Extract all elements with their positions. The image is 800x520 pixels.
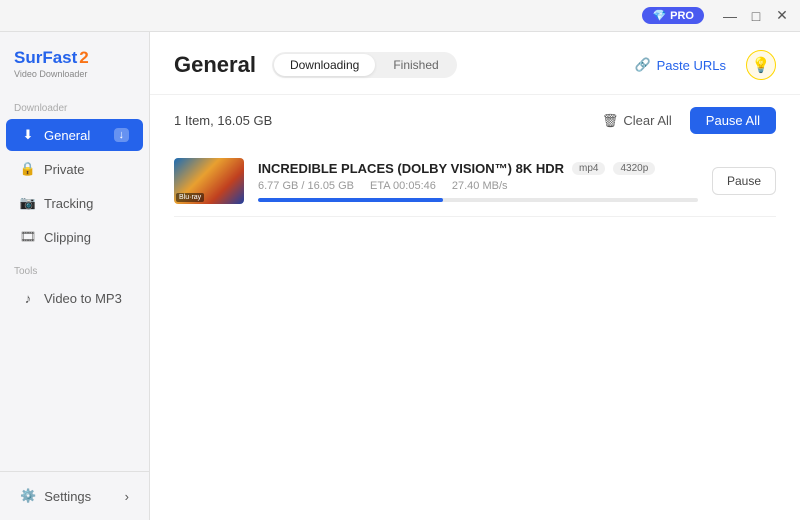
download-icon: ⬇ (20, 127, 36, 143)
sidebar-item-clipping-label: Clipping (44, 230, 91, 245)
sidebar-item-general-label: General (44, 128, 90, 143)
thumbnail-label: Blu·ray (176, 193, 204, 202)
tab-group: Downloading Finished (272, 52, 457, 78)
eta: ETA 00:05:46 (370, 180, 436, 192)
sidebar-item-private-label: Private (44, 162, 84, 177)
download-info: INCREDIBLE PLACES (DOLBY VISION™) 8K HDR… (258, 161, 698, 202)
link-icon: 🔗 (634, 57, 650, 73)
clear-all-button[interactable]: 🗑 Clear All (594, 109, 680, 133)
download-meta: 6.77 GB / 16.05 GB ETA 00:05:46 27.40 MB… (258, 180, 698, 192)
speed: 27.40 MB/s (452, 180, 508, 192)
main-content: General Downloading Finished 🔗 Paste URL… (150, 32, 800, 520)
settings-label: Settings (44, 489, 91, 504)
table-row: Blu·ray INCREDIBLE PLACES (DOLBY VISION™… (174, 146, 776, 217)
section-label-tools: Tools (0, 254, 149, 281)
bulb-icon: 💡 (752, 56, 771, 74)
pro-diamond-icon: 💎 (652, 9, 666, 22)
thumbnail: Blu·ray (174, 158, 244, 204)
section-label-downloader: Downloader (0, 91, 149, 118)
sidebar-item-video-to-mp3[interactable]: ♪ Video to MP3 (6, 282, 143, 314)
clear-all-label: Clear All (623, 113, 671, 128)
close-button[interactable]: ✕ (772, 6, 792, 26)
sidebar-item-mp3-label: Video to MP3 (44, 291, 122, 306)
main-header: General Downloading Finished 🔗 Paste URL… (150, 32, 800, 95)
paste-urls-label: Paste URLs (657, 58, 726, 73)
sidebar-item-clipping[interactable]: 🎞 Clipping (6, 221, 143, 253)
general-badge: ↓ (114, 128, 130, 142)
minimize-button[interactable]: — (720, 6, 740, 26)
pause-button[interactable]: Pause (712, 167, 776, 195)
sidebar-item-general[interactable]: ⬇ General ↓ (6, 119, 143, 151)
items-count: 1 Item, 16.05 GB (174, 113, 272, 128)
settings-item[interactable]: ⚙️ Settings › (6, 480, 143, 512)
maximize-button[interactable]: □ (746, 6, 766, 26)
bulb-button[interactable]: 💡 (746, 50, 776, 80)
titlebar: 💎 PRO — □ ✕ (0, 0, 800, 32)
lock-icon: 🔒 (20, 161, 36, 177)
paste-urls-button[interactable]: 🔗 Paste URLs (626, 53, 734, 77)
page-title: General (174, 52, 256, 78)
sidebar-logo: SurFast2 Video Downloader (0, 32, 149, 91)
gear-icon: ⚙️ (20, 488, 36, 504)
logo-sub: Video Downloader (14, 69, 135, 79)
chevron-right-icon: › (125, 489, 129, 504)
window-controls: — □ ✕ (720, 6, 792, 26)
sidebar-item-tracking[interactable]: 📷 Tracking (6, 187, 143, 219)
tab-finished[interactable]: Finished (377, 54, 454, 76)
app-body: SurFast2 Video Downloader Downloader ⬇ G… (0, 32, 800, 520)
music-icon: ♪ (20, 290, 36, 306)
pause-all-button[interactable]: Pause All (690, 107, 776, 134)
quality-tag: 4320p (613, 162, 655, 175)
pro-label: PRO (670, 10, 694, 22)
toolbar-right: 🗑 Clear All Pause All (594, 107, 776, 134)
logo-2: 2 (79, 48, 88, 68)
logo-text: SurFast2 (14, 48, 135, 68)
tab-downloading[interactable]: Downloading (274, 54, 375, 76)
trash-icon: 🗑 (602, 113, 619, 129)
camera-icon: 📷 (20, 195, 36, 211)
download-title-text: INCREDIBLE PLACES (DOLBY VISION™) 8K HDR (258, 161, 564, 176)
film-icon: 🎞 (20, 229, 36, 245)
progress-size: 6.77 GB / 16.05 GB (258, 180, 354, 192)
progress-bar-fill (258, 198, 443, 202)
settings-left: ⚙️ Settings (20, 488, 91, 504)
download-list: Blu·ray INCREDIBLE PLACES (DOLBY VISION™… (150, 146, 800, 520)
sidebar-item-tracking-label: Tracking (44, 196, 93, 211)
pro-badge-button[interactable]: 💎 PRO (642, 7, 704, 24)
progress-bar-bg (258, 198, 698, 202)
header-actions: 🔗 Paste URLs 💡 (626, 50, 776, 80)
toolbar: 1 Item, 16.05 GB 🗑 Clear All Pause All (150, 95, 800, 146)
logo-surfast: SurFast (14, 48, 77, 68)
sidebar: SurFast2 Video Downloader Downloader ⬇ G… (0, 32, 150, 520)
sidebar-footer: ⚙️ Settings › (0, 471, 149, 520)
sidebar-item-private[interactable]: 🔒 Private (6, 153, 143, 185)
download-title: INCREDIBLE PLACES (DOLBY VISION™) 8K HDR… (258, 161, 698, 176)
format-tag: mp4 (572, 162, 605, 175)
